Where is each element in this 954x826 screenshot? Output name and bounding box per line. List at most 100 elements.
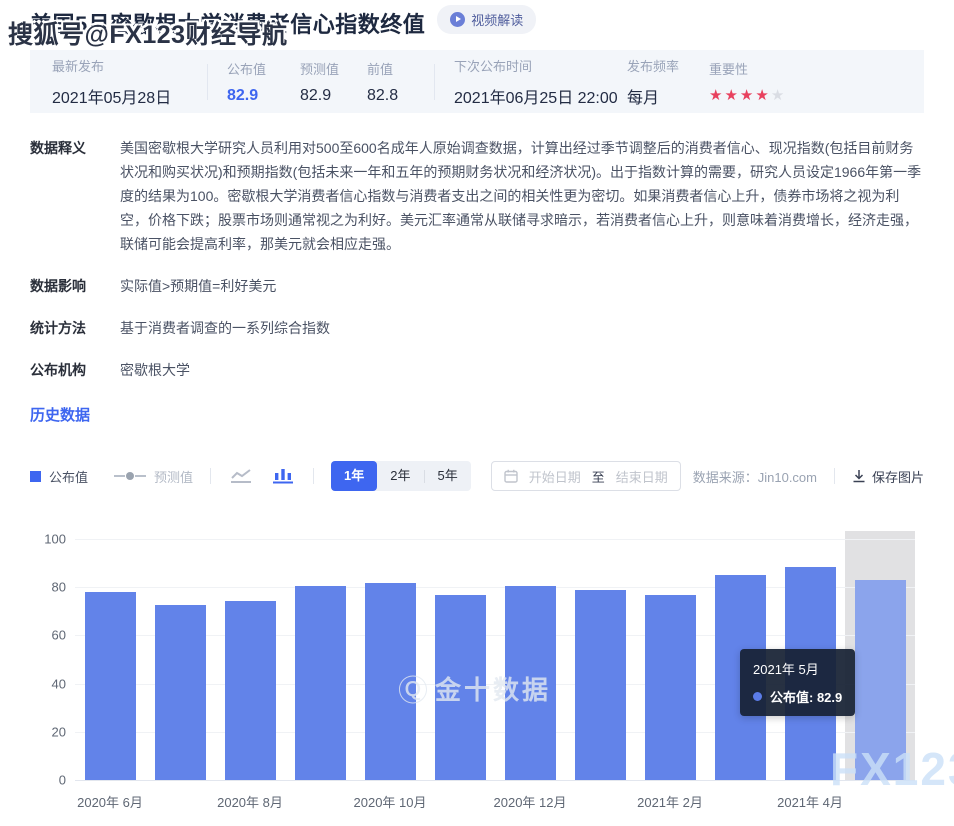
previous-value-field: 前值 82.8 [367, 59, 415, 105]
star-icon: ★ [755, 87, 768, 104]
period-1year[interactable]: 1年 [331, 461, 377, 491]
calendar-icon [504, 469, 518, 483]
importance-label: 重要性 [709, 59, 786, 78]
star-icon: ★ [709, 87, 722, 104]
previous-value: 82.8 [367, 87, 415, 105]
info-value: 美国密歇根大学研究人员利用对500至600名成年人原始调查数据，计算出经过季节调… [120, 136, 924, 256]
grid-line [75, 539, 915, 540]
date-range-picker[interactable]: 开始日期 至 结束日期 [491, 461, 681, 491]
page-header: 美国5月密歇根大学消费者信心指数终值视频解读 搜狐号@FX123财经导航 [30, 0, 924, 45]
importance-stars: ★★★★★ [709, 87, 786, 105]
chart-bar[interactable] [155, 605, 206, 780]
info-row-definition: 数据释义 美国密歇根大学研究人员利用对500至600名成年人原始调查数据，计算出… [30, 136, 924, 256]
y-axis-tick: 40 [30, 676, 66, 691]
tooltip-series-row: 公布值: 82.9 [753, 687, 842, 706]
legend-line-icon [114, 475, 125, 477]
video-button-label: 视频解读 [471, 10, 523, 29]
divider [313, 468, 314, 484]
download-icon [852, 469, 866, 483]
info-label: 数据释义 [30, 136, 92, 256]
legend-forecast[interactable]: 预测值 [114, 467, 193, 486]
x-axis-tick: 2020年 10月 [340, 792, 440, 811]
info-row-agency: 公布机构 密歇根大学 [30, 358, 924, 382]
page-title: 美国5月密歇根大学消费者信心指数终值 [30, 7, 425, 39]
x-axis-line [75, 780, 915, 781]
chart-bar[interactable] [435, 595, 486, 780]
legend-published[interactable]: 公布值 [30, 467, 88, 486]
chart-tooltip: 2021年 5月 公布值: 82.9 [740, 649, 855, 716]
x-axis-tick: 2021年 2月 [620, 792, 720, 811]
divider [210, 468, 211, 484]
chart-bar[interactable] [505, 586, 556, 780]
next-release-label: 下次公布时间 [454, 56, 627, 75]
chart-toolbar: 公布值 预测值 1年 2年 5年 开始日期 至 结束日期 数据来源：Jin10.… [30, 461, 924, 491]
history-bar-chart: Ⓠ 金十数据 FX123 2021年 5月 公布值: 82.9 02040608… [30, 516, 924, 822]
next-release-field: 下次公布时间 2021年06月25日 22:00 [454, 56, 627, 108]
line-chart-toggle-icon[interactable] [228, 466, 254, 486]
chart-bar[interactable] [645, 595, 696, 780]
end-date-input[interactable]: 结束日期 [616, 467, 668, 486]
data-source-text: 数据来源：Jin10.com [693, 467, 817, 486]
date-range-separator: 至 [592, 467, 605, 486]
forecast-value: 82.9 [300, 87, 367, 105]
info-row-impact: 数据影响 实际值>预期值=利好美元 [30, 274, 924, 298]
legend-published-label: 公布值 [49, 467, 88, 486]
y-axis-tick: 20 [30, 724, 66, 739]
info-sections: 数据释义 美国密歇根大学研究人员利用对500至600名成年人原始调查数据，计算出… [30, 136, 924, 382]
legend-square-icon [30, 471, 41, 482]
latest-release-field: 最新发布 2021年05月28日 [52, 56, 188, 108]
info-label: 统计方法 [30, 316, 92, 340]
forecast-label: 预测值 [300, 59, 367, 78]
published-value: 82.9 [227, 87, 300, 105]
chart-bar[interactable] [855, 580, 906, 780]
chart-bar[interactable] [575, 590, 626, 780]
save-image-button[interactable]: 保存图片 [852, 467, 924, 486]
importance-field: 重要性 ★★★★★ [709, 59, 786, 105]
history-section-title: 历史数据 [30, 404, 924, 425]
chart-bar[interactable] [295, 586, 346, 780]
period-2year[interactable]: 2年 [377, 461, 423, 491]
info-value: 基于消费者调查的一系列综合指数 [120, 316, 924, 340]
bar-chart-toggle-icon[interactable] [270, 466, 296, 486]
divider [434, 64, 435, 100]
chart-bar[interactable] [365, 583, 416, 780]
divider [207, 64, 208, 100]
info-value: 实际值>预期值=利好美元 [120, 274, 924, 298]
next-release-value: 2021年06月25日 22:00 [454, 84, 627, 108]
start-date-input[interactable]: 开始日期 [529, 467, 581, 486]
frequency-label: 发布频率 [627, 56, 709, 75]
tooltip-title: 2021年 5月 [753, 659, 842, 678]
legend-dot-icon [126, 472, 134, 480]
save-image-label: 保存图片 [872, 467, 924, 486]
published-value-field: 公布值 82.9 [227, 59, 300, 105]
latest-release-value: 2021年05月28日 [52, 84, 188, 108]
chart-bar[interactable] [225, 601, 276, 780]
frequency-field: 发布频率 每月 [627, 56, 709, 108]
play-icon [450, 12, 465, 27]
chart-bar[interactable] [85, 592, 136, 780]
forecast-value-field: 预测值 82.9 [300, 59, 367, 105]
y-axis-tick: 0 [30, 773, 66, 788]
star-icon: ★ [724, 87, 737, 104]
star-icon: ★ [771, 87, 784, 104]
period-5year[interactable]: 5年 [425, 461, 471, 491]
tooltip-value: 公布值: 82.9 [770, 687, 842, 706]
legend-line-icon [135, 475, 146, 477]
info-label: 数据影响 [30, 274, 92, 298]
y-axis-tick: 100 [30, 532, 66, 547]
info-value: 密歇根大学 [120, 358, 924, 382]
divider [834, 468, 835, 484]
x-axis-tick: 2020年 6月 [60, 792, 160, 811]
y-axis-tick: 80 [30, 580, 66, 595]
info-label: 公布机构 [30, 358, 92, 382]
star-icon: ★ [740, 87, 753, 104]
series-dot-icon [753, 692, 762, 701]
legend-forecast-label: 预测值 [154, 467, 193, 486]
summary-bar: 最新发布 2021年05月28日 公布值 82.9 预测值 82.9 前值 82… [30, 50, 924, 113]
video-explain-button[interactable]: 视频解读 [437, 5, 536, 34]
previous-label: 前值 [367, 59, 415, 78]
x-axis-tick: 2020年 12月 [480, 792, 580, 811]
latest-release-label: 最新发布 [52, 56, 188, 75]
x-axis-tick: 2020年 8月 [200, 792, 300, 811]
frequency-value: 每月 [627, 84, 709, 108]
